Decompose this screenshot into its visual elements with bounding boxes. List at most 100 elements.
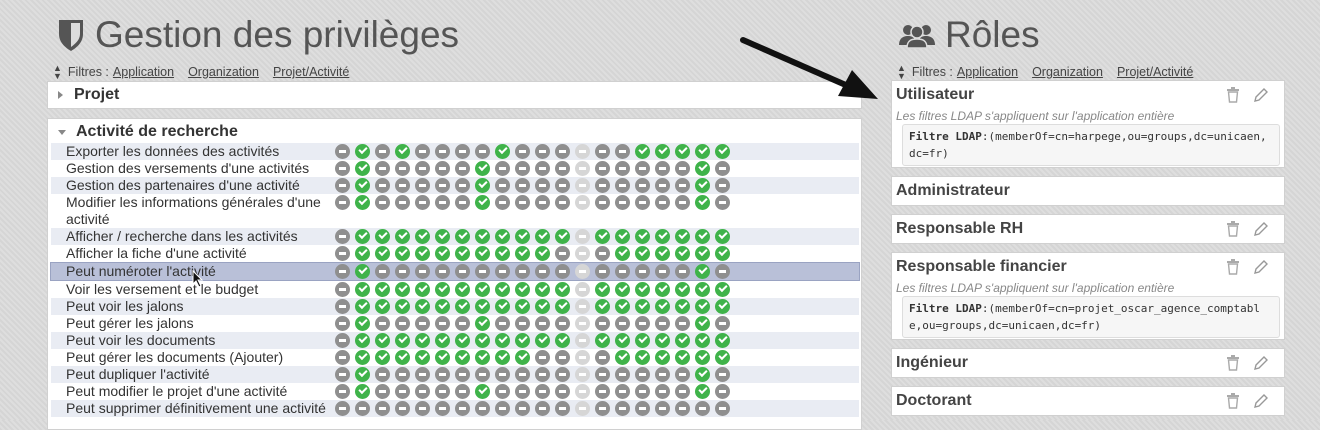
privilege-row[interactable]: Peut modifier le projet d'une activité	[51, 383, 859, 400]
check-icon[interactable]	[475, 195, 490, 210]
minus-icon[interactable]	[455, 384, 470, 399]
minus-icon[interactable]	[495, 195, 510, 210]
minus-icon[interactable]	[515, 178, 530, 193]
minus-icon[interactable]	[515, 161, 530, 176]
minus-icon[interactable]	[335, 229, 350, 244]
minus-icon[interactable]	[455, 144, 470, 159]
check-icon[interactable]	[595, 229, 610, 244]
check-icon[interactable]	[635, 350, 650, 365]
minus-icon[interactable]	[555, 367, 570, 382]
check-icon[interactable]	[495, 144, 510, 159]
privilege-row[interactable]: Peut gérer les documents (Ajouter)	[51, 349, 859, 366]
minus-icon[interactable]	[335, 367, 350, 382]
minus-icon[interactable]	[335, 144, 350, 159]
minus-icon[interactable]	[455, 316, 470, 331]
pencil-icon[interactable]	[1253, 259, 1269, 275]
check-icon[interactable]	[415, 282, 430, 297]
check-icon[interactable]	[495, 229, 510, 244]
check-icon[interactable]	[395, 333, 410, 348]
check-icon[interactable]	[415, 229, 430, 244]
check-icon[interactable]	[635, 246, 650, 261]
check-icon[interactable]	[455, 246, 470, 261]
check-icon[interactable]	[715, 282, 730, 297]
minus-icon[interactable]	[515, 195, 530, 210]
minus-icon[interactable]	[435, 144, 450, 159]
check-icon[interactable]	[595, 299, 610, 314]
check-icon[interactable]	[475, 246, 490, 261]
check-icon[interactable]	[415, 350, 430, 365]
minus-icon[interactable]	[435, 401, 450, 416]
check-icon[interactable]	[675, 282, 690, 297]
check-icon[interactable]	[615, 333, 630, 348]
minus-icon[interactable]	[415, 316, 430, 331]
check-icon[interactable]	[615, 282, 630, 297]
minus-icon[interactable]	[495, 178, 510, 193]
privilege-row[interactable]: Exporter les données des activités	[51, 143, 859, 160]
minus-icon[interactable]	[615, 401, 630, 416]
minus-icon[interactable]	[515, 264, 530, 279]
minus-icon[interactable]	[415, 195, 430, 210]
minus-icon[interactable]	[435, 367, 450, 382]
check-icon[interactable]	[515, 333, 530, 348]
check-icon[interactable]	[635, 282, 650, 297]
check-icon[interactable]	[515, 299, 530, 314]
check-icon[interactable]	[495, 246, 510, 261]
minus-icon[interactable]	[595, 350, 610, 365]
check-icon[interactable]	[555, 229, 570, 244]
privilege-row[interactable]: Peut dupliquer l'activité	[51, 366, 859, 383]
minus-icon[interactable]	[595, 367, 610, 382]
check-icon[interactable]	[455, 229, 470, 244]
check-icon[interactable]	[695, 367, 710, 382]
check-icon[interactable]	[615, 299, 630, 314]
check-icon[interactable]	[675, 333, 690, 348]
check-icon[interactable]	[355, 384, 370, 399]
check-icon[interactable]	[395, 144, 410, 159]
check-icon[interactable]	[615, 246, 630, 261]
check-icon[interactable]	[375, 350, 390, 365]
check-icon[interactable]	[715, 299, 730, 314]
minus-icon[interactable]	[435, 161, 450, 176]
check-icon[interactable]	[695, 195, 710, 210]
minus-icon[interactable]	[335, 299, 350, 314]
check-icon[interactable]	[715, 246, 730, 261]
check-icon[interactable]	[455, 350, 470, 365]
minus-icon[interactable]	[615, 161, 630, 176]
minus-icon[interactable]	[335, 264, 350, 279]
minus-icon[interactable]	[415, 384, 430, 399]
check-icon[interactable]	[355, 282, 370, 297]
minus-icon[interactable]	[555, 161, 570, 176]
check-icon[interactable]	[375, 333, 390, 348]
minus-icon[interactable]	[495, 316, 510, 331]
check-icon[interactable]	[515, 282, 530, 297]
check-icon[interactable]	[495, 350, 510, 365]
check-icon[interactable]	[675, 299, 690, 314]
check-icon[interactable]	[695, 144, 710, 159]
privilege-row[interactable]: Peut voir les documents	[51, 332, 859, 349]
minus-icon[interactable]	[555, 401, 570, 416]
check-icon[interactable]	[655, 333, 670, 348]
check-icon[interactable]	[355, 367, 370, 382]
check-icon[interactable]	[695, 333, 710, 348]
privilege-row[interactable]: Afficher / recherche dans les activités	[51, 228, 859, 245]
check-icon[interactable]	[355, 195, 370, 210]
check-icon[interactable]	[715, 333, 730, 348]
check-icon[interactable]	[695, 229, 710, 244]
check-icon[interactable]	[475, 282, 490, 297]
minus-icon[interactable]	[435, 384, 450, 399]
trash-icon[interactable]	[1226, 221, 1242, 237]
minus-icon[interactable]	[715, 264, 730, 279]
minus-icon[interactable]	[535, 178, 550, 193]
minus-icon[interactable]	[395, 161, 410, 176]
minus-icon[interactable]	[655, 161, 670, 176]
check-icon[interactable]	[355, 144, 370, 159]
minus-icon[interactable]	[535, 144, 550, 159]
minus-icon[interactable]	[675, 401, 690, 416]
minus-icon[interactable]	[355, 401, 370, 416]
privilege-row[interactable]: Afficher la fiche d'une activité	[51, 245, 859, 262]
minus-icon[interactable]	[555, 195, 570, 210]
minus-icon[interactable]	[335, 161, 350, 176]
minus-icon[interactable]	[675, 367, 690, 382]
group-projet-header[interactable]: Projet	[58, 86, 119, 104]
minus-icon[interactable]	[635, 178, 650, 193]
minus-icon[interactable]	[535, 161, 550, 176]
